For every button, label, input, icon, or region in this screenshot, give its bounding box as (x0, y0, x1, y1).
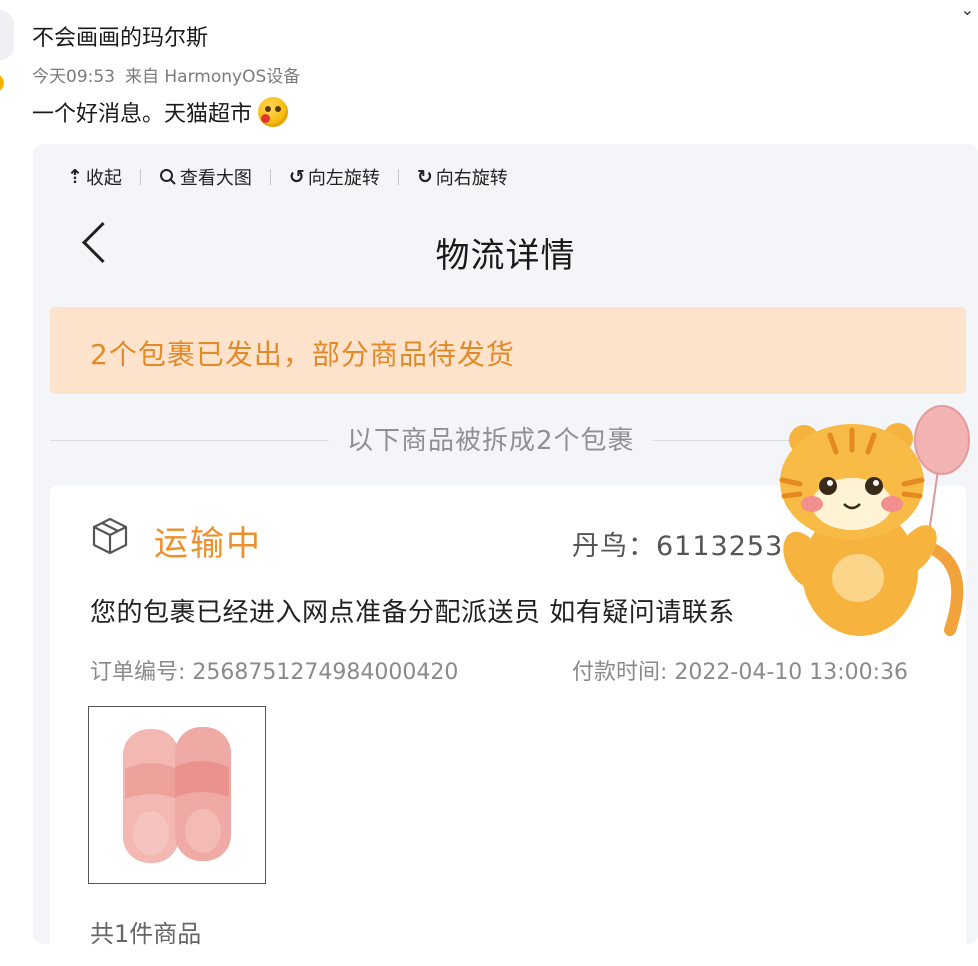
rotate-right-label: 向右旋转 (435, 168, 508, 189)
payment-time: 付款时间: 2022-04-10 13:00:36 (572, 660, 909, 685)
rotate-right-button[interactable]: ↻ 向右旋转 (417, 164, 508, 190)
image-toolbar: ⇡ 收起 查看大图 ↺ 向左旋转 ↻ 向右旋转 (67, 164, 508, 190)
tiger-balloon-sticker (779, 405, 970, 636)
user-name[interactable]: 不会画画的玛尔斯 (32, 20, 208, 52)
post-text: 一个好消息。天猫超市 (32, 96, 289, 128)
post-source: 来自 HarmonyOS设备 (125, 67, 301, 87)
shipping-status: 运输中 (154, 524, 262, 564)
package-box-icon (92, 517, 128, 555)
search-icon (159, 169, 176, 185)
verified-icon: ✓ (0, 72, 6, 94)
post-time: 今天09:53 (32, 67, 115, 87)
avatar-area[interactable]: ✓ (0, 10, 16, 94)
view-large-button[interactable]: 查看大图 (159, 164, 252, 190)
toolbar-divider (269, 169, 271, 185)
order-number: 订单编号: 2568751274984000420 (90, 660, 459, 685)
rotate-left-icon: ↺ (288, 166, 305, 188)
page-title: 物流详情 (435, 236, 576, 276)
courier-tracking[interactable]: 丹鸟：6113253 (572, 524, 783, 563)
collapse-button[interactable]: ⇡ 收起 (67, 164, 122, 190)
product-thumbnail[interactable] (88, 706, 266, 884)
tracking-message: 您的包裹已经进入网点准备分配派送员 如有疑问请联系 (90, 598, 735, 628)
shipment-notice-text: 2个包裹已发出，部分商品待发货 (90, 338, 515, 371)
toolbar-divider (397, 169, 399, 185)
rotate-left-label: 向左旋转 (307, 168, 380, 189)
pink-slippers-image (123, 727, 231, 863)
avatar[interactable] (0, 10, 14, 60)
rotate-left-button[interactable]: ↺ 向左旋转 (289, 164, 380, 190)
post-meta: 今天09:53 来自 HarmonyOS设备 (32, 62, 300, 87)
toolbar-divider (139, 169, 141, 185)
rotate-right-icon: ↻ (416, 166, 433, 188)
view-large-label: 查看大图 (179, 168, 252, 189)
post-body: 一个好消息。天猫超市 (32, 102, 253, 127)
shipment-notice-banner: 2个包裹已发出，部分商品待发货 (50, 307, 966, 394)
item-count: 共1件商品 (90, 920, 202, 948)
split-packages-label: 以下商品被拆成2个包裹 (329, 420, 653, 457)
drooling-face-emoji-icon (258, 97, 289, 127)
collapse-label: 收起 (85, 168, 122, 189)
chevron-down-icon[interactable]: ⌄ (961, 0, 974, 19)
upload-icon: ⇡ (67, 166, 83, 188)
